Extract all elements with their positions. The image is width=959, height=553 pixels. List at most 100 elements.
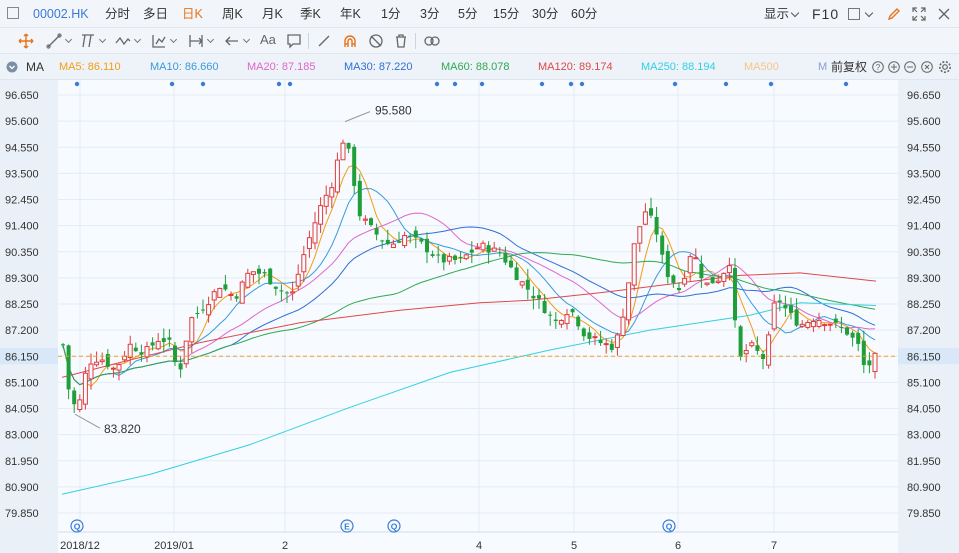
event-dot <box>434 81 440 87</box>
layout-checkbox-icon[interactable] <box>848 8 860 20</box>
candle-body-down <box>867 360 872 366</box>
zoom-out-icon[interactable] <box>904 61 916 73</box>
help-icon[interactable]: ? <box>872 61 884 73</box>
candle-body-down <box>789 305 793 313</box>
sidebar-toggle-icon[interactable] <box>7 7 19 19</box>
ma5-value: MA5: 86.110 <box>59 61 121 73</box>
candlestick-chart[interactable]: 96.650 96.650 95.600 95.600 94.550 94.550 93.5… <box>0 80 959 553</box>
period-tab-60min[interactable]: 60分 <box>571 0 597 28</box>
candle-body-down <box>671 275 676 283</box>
chevron-down-icon[interactable] <box>864 8 874 18</box>
ma20-value: MA20: 87.185 <box>247 61 316 73</box>
candle-body-up <box>211 291 217 301</box>
adjust-mode-button[interactable]: 前复权 <box>831 54 867 80</box>
candle-body-up <box>715 280 721 284</box>
chevron-down-icon[interactable] <box>206 35 215 44</box>
wave-tool-icon[interactable] <box>115 33 131 49</box>
period-tab-3min[interactable]: 3分 <box>420 0 439 28</box>
expand-icon[interactable] <box>911 6 927 22</box>
event-dot <box>672 81 678 87</box>
arrow-left-icon[interactable] <box>224 33 240 49</box>
candle-body-up <box>312 222 318 244</box>
candle-body-up <box>99 359 105 363</box>
candle-body-down <box>654 217 659 235</box>
candle-body-down <box>755 345 760 351</box>
candle-body-up <box>749 342 755 347</box>
ma120-value: MA120: 89.174 <box>538 61 613 73</box>
comment-icon[interactable] <box>286 33 302 49</box>
text-tool-button[interactable]: Aa <box>260 26 276 54</box>
candle-body-up <box>340 142 346 161</box>
period-tab-multiday[interactable]: 多日 <box>143 0 168 28</box>
channel-tool-icon[interactable] <box>80 33 96 49</box>
crosshair-move-icon[interactable] <box>18 33 34 49</box>
symbol-code[interactable]: 00002.HK <box>33 0 89 28</box>
x-axis-label: 4 <box>476 540 482 552</box>
x-axis-label: 2019/01 <box>154 540 194 552</box>
left-price-label: 85.100 <box>5 377 39 389</box>
chevron-down-icon[interactable] <box>98 35 107 44</box>
chevron-down-icon[interactable] <box>790 8 800 18</box>
x-axis-label: 2 <box>282 540 288 552</box>
left-price-label: 89.300 <box>5 273 39 285</box>
candle-body-up <box>799 323 805 327</box>
candle-body-down <box>514 267 519 281</box>
chevron-down-icon[interactable] <box>242 35 251 44</box>
ma10-value: MA10: 86.660 <box>150 61 219 73</box>
event-dot <box>723 81 729 87</box>
right-price-label: 89.300 <box>907 273 941 285</box>
period-tab-15min[interactable]: 15分 <box>493 0 519 28</box>
collapse-chevron-icon[interactable] <box>6 61 18 73</box>
ruler-chart-icon[interactable] <box>151 33 167 49</box>
candle-body-up <box>318 205 324 225</box>
hide-drawings-icon[interactable] <box>368 33 384 49</box>
candle-body-down <box>833 318 838 323</box>
period-tab-yearly[interactable]: 年K <box>340 0 361 28</box>
period-tab-daily[interactable]: 日K <box>182 0 203 28</box>
period-tab-monthly[interactable]: 月K <box>262 0 283 28</box>
period-tab-quarterly[interactable]: 季K <box>300 0 321 28</box>
drawing-toolbar: Aa <box>0 28 959 54</box>
zoom-in-icon[interactable] <box>888 61 900 73</box>
left-price-label: 83.000 <box>5 430 39 442</box>
candle-body-up <box>463 254 469 260</box>
link-icon[interactable] <box>423 33 441 49</box>
right-price-label: 90.350 <box>907 247 941 259</box>
brush-icon[interactable] <box>316 33 332 49</box>
candle-body-up <box>245 272 251 288</box>
close-icon[interactable] <box>937 7 951 21</box>
period-tab-intraday[interactable]: 分时 <box>105 0 130 28</box>
range-tool-icon[interactable] <box>188 33 204 49</box>
display-menu[interactable]: 显示 <box>764 0 789 28</box>
candle-body-down <box>677 288 681 291</box>
right-price-label: 85.100 <box>907 377 941 389</box>
candle-body-down <box>268 268 273 285</box>
candle-body-up <box>805 321 811 328</box>
ma-more-value: M <box>818 61 828 73</box>
period-tab-weekly[interactable]: 周K <box>222 0 243 28</box>
close-indicator-icon[interactable] <box>921 61 933 73</box>
period-tab-1min[interactable]: 1分 <box>381 0 400 28</box>
chevron-down-icon[interactable] <box>133 35 142 44</box>
chevron-down-icon[interactable] <box>64 35 73 44</box>
candle-body-up <box>110 367 116 370</box>
left-price-label: 81.950 <box>5 456 39 468</box>
magnet-icon[interactable] <box>342 33 358 49</box>
candle-body-up <box>816 319 822 327</box>
period-tab-5min[interactable]: 5分 <box>458 0 477 28</box>
period-tab-30min[interactable]: 30分 <box>532 0 558 28</box>
candle-body-down <box>531 295 536 299</box>
line-tool-icon[interactable] <box>46 33 62 49</box>
left-price-label: 93.500 <box>5 168 39 180</box>
candle-body-up <box>592 336 598 339</box>
f10-button[interactable]: F10 <box>812 0 839 28</box>
event-dot <box>843 81 849 87</box>
chevron-down-icon[interactable] <box>169 35 178 44</box>
pencil-icon[interactable] <box>887 7 901 21</box>
ma-indicator-label[interactable]: MA <box>26 54 44 80</box>
trash-icon[interactable] <box>393 33 409 49</box>
candle-body-up <box>116 364 122 371</box>
event-dot <box>579 81 585 87</box>
settings-gear-icon[interactable] <box>938 60 952 74</box>
candle-body-down <box>553 319 558 322</box>
